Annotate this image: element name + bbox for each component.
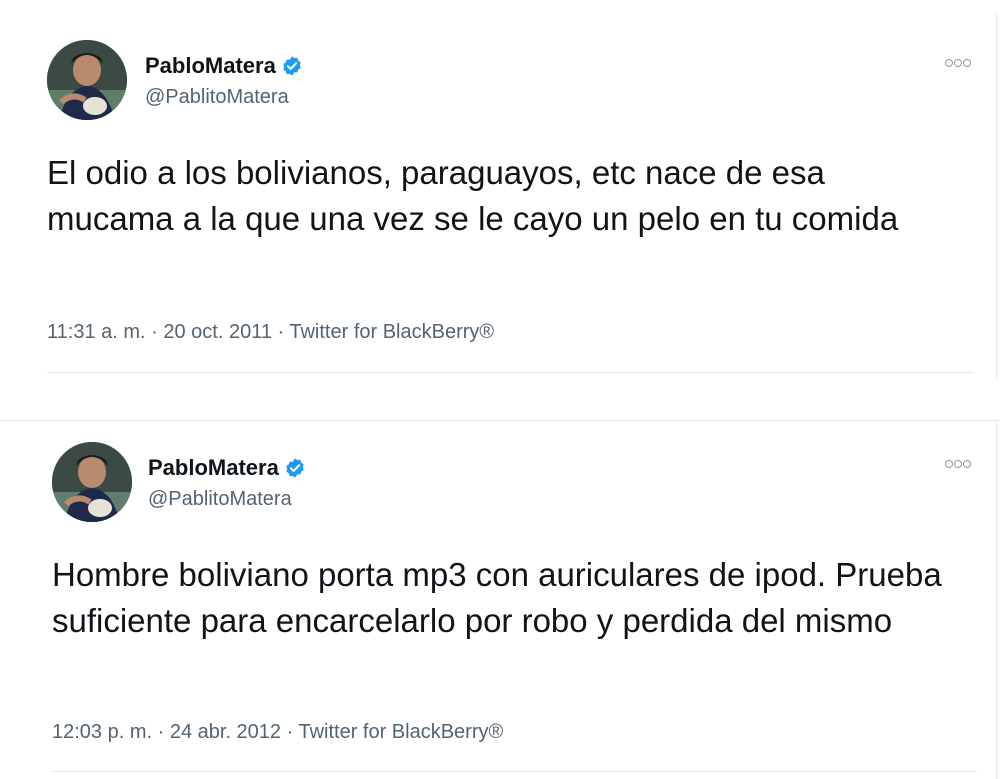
divider	[52, 771, 977, 772]
card-border	[996, 14, 997, 380]
tweet-meta[interactable]: 11:31 a. m. · 20 oct. 2011 · Twitter for…	[47, 321, 494, 344]
more-options-icon[interactable]	[945, 459, 972, 471]
more-options-icon[interactable]	[945, 58, 972, 70]
avatar[interactable]	[47, 40, 127, 120]
verified-badge-icon	[286, 458, 304, 478]
display-name[interactable]: PabloMatera	[148, 455, 279, 481]
display-name[interactable]: PabloMatera	[145, 53, 276, 79]
verified-badge-icon	[283, 56, 301, 76]
tweet-text: El odio a los bolivianos, paraguayos, et…	[47, 154, 899, 237]
avatar[interactable]	[52, 442, 132, 522]
tweet-text: Hombre boliviano porta mp3 con auricular…	[52, 556, 942, 639]
tweet-card-1[interactable]: PabloMatera @PablitoMatera El odio a los…	[0, 0, 1000, 380]
user-handle[interactable]: @PablitoMatera	[148, 488, 292, 511]
divider	[47, 372, 974, 373]
tweet-card-2[interactable]: PabloMatera @PablitoMatera Hombre bolivi…	[0, 420, 1000, 779]
avatar-photo-icon	[47, 40, 127, 120]
user-handle[interactable]: @PablitoMatera	[145, 86, 289, 109]
avatar-photo-icon	[52, 442, 132, 522]
card-border	[996, 421, 997, 779]
tweet-meta[interactable]: 12:03 p. m. · 24 abr. 2012 · Twitter for…	[52, 721, 503, 744]
